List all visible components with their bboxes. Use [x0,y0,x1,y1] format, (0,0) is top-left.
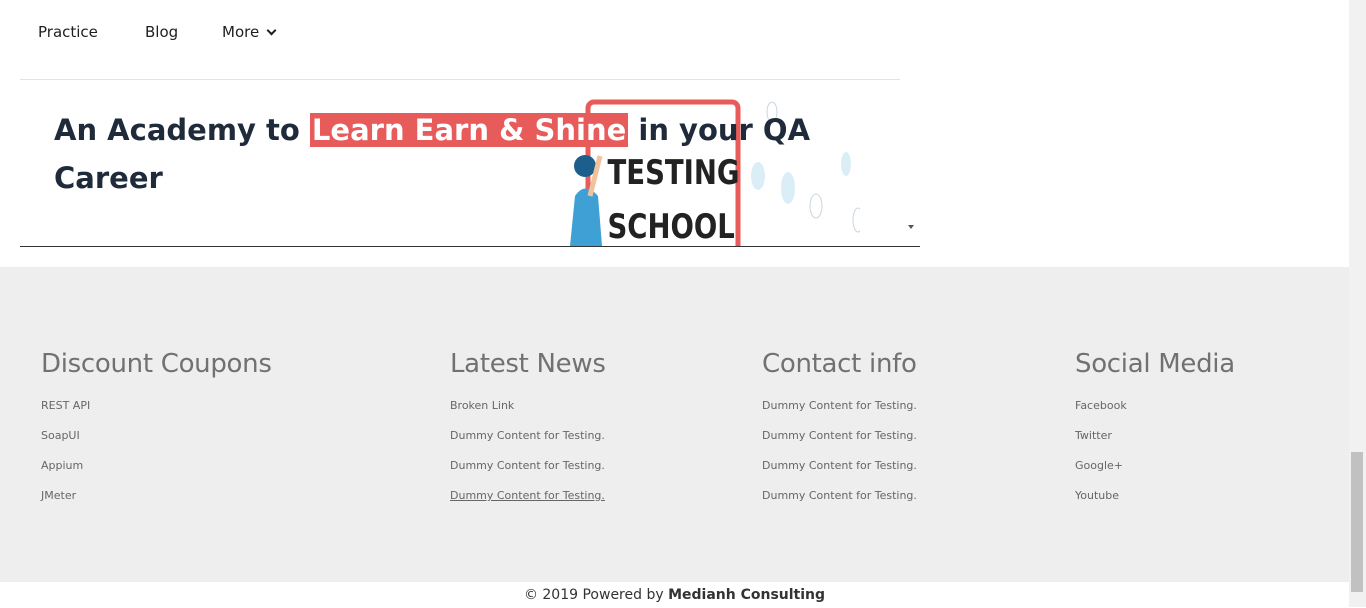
footer-link[interactable]: Dummy Content for Testing. [450,489,605,502]
hero-title: An Academy to Learn Earn & Shine in your… [54,106,834,202]
footer-link-google-plus[interactable]: Google+ [1075,459,1123,472]
footer-link-twitter[interactable]: Twitter [1075,429,1112,442]
footer-col-latest-news: Latest News Broken Link Dummy Content fo… [450,349,606,519]
copyright-brand[interactable]: Medianh Consulting [668,587,825,603]
top-nav: Practice Blog More [20,0,900,80]
nav-item-practice[interactable]: Practice [38,23,98,41]
nav-item-more[interactable]: More [222,23,277,41]
hero-title-highlight: Learn Earn & Shine [309,113,629,147]
footer-col-discount-coupons: Discount Coupons REST API SoapUI Appium … [41,349,272,519]
hero-title-start: An Academy to [54,113,310,147]
footer: Discount Coupons REST API SoapUI Appium … [0,267,1349,582]
nav-item-blog[interactable]: Blog [145,23,178,41]
nav-item-more-label: More [222,23,260,41]
footer-link[interactable]: Dummy Content for Testing. [762,489,917,502]
footer-col-social-media: Social Media Facebook Twitter Google+ Yo… [1075,349,1235,519]
footer-col-title: Contact info [762,349,917,379]
footer-link[interactable]: Dummy Content for Testing. [450,429,605,442]
chevron-down-icon [266,25,277,36]
footer-link[interactable]: REST API [41,399,90,412]
footer-link[interactable]: Dummy Content for Testing. [762,429,917,442]
footer-link[interactable]: Dummy Content for Testing. [450,459,605,472]
copyright-bar: © 2019 Powered by Medianh Consulting [0,582,1349,607]
footer-link[interactable]: Dummy Content for Testing. [762,399,917,412]
frame-scrollbar[interactable] [901,0,920,246]
copyright-text: © 2019 Powered by [523,587,669,603]
footer-link[interactable]: JMeter [41,489,76,502]
footer-col-title: Social Media [1075,349,1235,379]
footer-link-facebook[interactable]: Facebook [1075,399,1127,412]
footer-link[interactable]: Broken Link [450,399,514,412]
footer-link[interactable]: Appium [41,459,83,472]
footer-col-contact-info: Contact info Dummy Content for Testing. … [762,349,917,519]
page-scrollbar-thumb[interactable] [1351,452,1363,592]
footer-link[interactable]: SoapUI [41,429,80,442]
footer-link[interactable]: Dummy Content for Testing. [762,459,917,472]
image-text-school: SCHOOL [608,206,735,246]
footer-link-youtube[interactable]: Youtube [1075,489,1119,502]
scroll-down-arrow-icon[interactable] [908,225,914,229]
footer-col-title: Latest News [450,349,606,379]
page-scrollbar[interactable] [1349,0,1366,607]
embedded-frame[interactable]: Practice Blog More TESTING SCHOOL An Aca… [20,0,920,247]
footer-col-title: Discount Coupons [41,349,272,379]
